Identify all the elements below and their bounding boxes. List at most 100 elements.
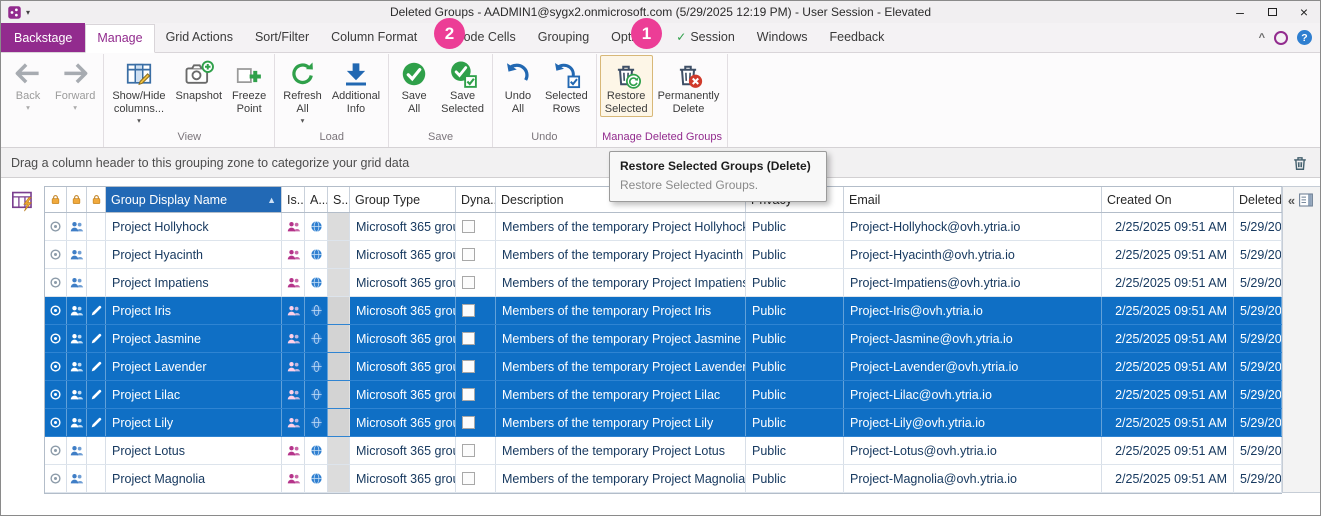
cell-privacy[interactable]: Public <box>746 381 844 408</box>
cell-s[interactable] <box>328 325 350 352</box>
cell-description[interactable]: Members of the temporary Project Lavende… <box>496 353 746 380</box>
cell-edit-indicator[interactable] <box>87 353 106 380</box>
cell-deleted-on[interactable]: 5/29/2025 <box>1234 409 1282 436</box>
cell-privacy[interactable]: Public <box>746 465 844 492</box>
cell-group-kind-icon[interactable] <box>282 437 305 464</box>
cell-edit-indicator[interactable] <box>87 297 106 324</box>
cell-created-on[interactable]: 2/25/2025 09:51 AM <box>1102 297 1234 324</box>
column-header-email[interactable]: Email <box>844 187 1102 212</box>
cell-group-display-name[interactable]: Project Iris <box>106 297 282 324</box>
cell-group-display-name[interactable]: Project Hyacinth <box>106 241 282 268</box>
forward-button[interactable]: Forward▾ <box>50 55 100 113</box>
backstage-button[interactable]: Backstage <box>1 23 85 52</box>
cell-access-icon[interactable] <box>305 437 328 464</box>
cell-group-type[interactable]: Microsoft 365 group <box>350 297 456 324</box>
table-row[interactable]: Project LavenderMicrosoft 365 groupMembe… <box>45 353 1282 381</box>
cell-email[interactable]: Project-Iris@ovh.ytria.io <box>844 297 1102 324</box>
grid-tools-icon[interactable] <box>10 188 36 214</box>
table-row[interactable]: Project ImpatiensMicrosoft 365 groupMemb… <box>45 269 1282 297</box>
cell-access-icon[interactable] <box>305 269 328 296</box>
cell-privacy[interactable]: Public <box>746 241 844 268</box>
cell-dynamic-membership[interactable] <box>456 409 496 436</box>
cell-s[interactable] <box>328 409 350 436</box>
selected-rows-button[interactable]: SelectedRows <box>540 55 593 117</box>
cell-created-on[interactable]: 2/25/2025 09:51 AM <box>1102 241 1234 268</box>
cell-view-indicator[interactable] <box>45 213 67 240</box>
column-header-type[interactable]: Group Type <box>350 187 456 212</box>
dynamic-membership-checkbox[interactable] <box>462 472 475 485</box>
refresh-all-button[interactable]: RefreshAll▾ <box>278 55 327 126</box>
cell-dynamic-membership[interactable] <box>456 241 496 268</box>
cell-created-on[interactable]: 2/25/2025 09:51 AM <box>1102 269 1234 296</box>
cell-view-indicator[interactable] <box>45 353 67 380</box>
permanently-delete-button[interactable]: PermanentlyDelete <box>653 55 725 117</box>
cell-deleted-on[interactable]: 5/29/2025 <box>1234 297 1282 324</box>
maximize-button[interactable] <box>1256 1 1288 23</box>
cell-group-display-name[interactable]: Project Lotus <box>106 437 282 464</box>
cell-group-display-name[interactable]: Project Hollyhock <box>106 213 282 240</box>
cell-group-display-name[interactable]: Project Lilac <box>106 381 282 408</box>
header-lock-column-1[interactable] <box>45 187 67 212</box>
column-header-created[interactable]: Created On <box>1102 187 1234 212</box>
cell-group-type[interactable]: Microsoft 365 group <box>350 409 456 436</box>
cell-members-icon[interactable] <box>67 381 87 408</box>
cell-members-icon[interactable] <box>67 241 87 268</box>
dynamic-membership-checkbox[interactable] <box>462 416 475 429</box>
cell-group-kind-icon[interactable] <box>282 381 305 408</box>
cell-s[interactable] <box>328 269 350 296</box>
cell-description[interactable]: Members of the temporary Project Jasmine <box>496 325 746 352</box>
cell-created-on[interactable]: 2/25/2025 09:51 AM <box>1102 213 1234 240</box>
cell-dynamic-membership[interactable] <box>456 213 496 240</box>
cell-members-icon[interactable] <box>67 297 87 324</box>
cell-edit-indicator[interactable] <box>87 241 106 268</box>
account-ring-icon[interactable] <box>1274 31 1288 45</box>
collapse-ribbon-icon[interactable]: ^ <box>1259 32 1265 44</box>
tab-session[interactable]: ✓Session <box>665 23 746 52</box>
tab-manage[interactable]: Manage <box>85 24 154 53</box>
column-header-deleted[interactable]: Deleted <box>1234 187 1282 212</box>
dynamic-membership-checkbox[interactable] <box>462 360 475 373</box>
grid-manager-panel-icon[interactable] <box>1297 191 1315 209</box>
tab-windows[interactable]: Windows <box>746 23 819 52</box>
cell-view-indicator[interactable] <box>45 437 67 464</box>
cell-email[interactable]: Project-Lily@ovh.ytria.io <box>844 409 1102 436</box>
save-selected-button[interactable]: SaveSelected <box>436 55 489 117</box>
cell-description[interactable]: Members of the temporary Project Magnoli… <box>496 465 746 492</box>
restore-selected-button[interactable]: RestoreSelected <box>600 55 653 117</box>
cell-group-kind-icon[interactable] <box>282 325 305 352</box>
show-hide-columns-button[interactable]: Show/Hidecolumns...▾ <box>107 55 170 126</box>
cell-email[interactable]: Project-Jasmine@ovh.ytria.io <box>844 325 1102 352</box>
tab-grid-actions[interactable]: Grid Actions <box>155 23 244 52</box>
cell-edit-indicator[interactable] <box>87 213 106 240</box>
cell-deleted-on[interactable]: 5/29/2025 <box>1234 325 1282 352</box>
table-row[interactable]: Project LilacMicrosoft 365 groupMembers … <box>45 381 1282 409</box>
cell-s[interactable] <box>328 437 350 464</box>
cell-s[interactable] <box>328 465 350 492</box>
panel-collapse-icon[interactable]: « <box>1288 193 1295 208</box>
cell-s[interactable] <box>328 353 350 380</box>
column-header-dyna[interactable]: Dyna... <box>456 187 496 212</box>
dynamic-membership-checkbox[interactable] <box>462 444 475 457</box>
cell-members-icon[interactable] <box>67 269 87 296</box>
cell-group-type[interactable]: Microsoft 365 group <box>350 269 456 296</box>
cell-email[interactable]: Project-Lotus@ovh.ytria.io <box>844 437 1102 464</box>
cell-description[interactable]: Members of the temporary Project Lotus <box>496 437 746 464</box>
cell-s[interactable] <box>328 213 350 240</box>
cell-s[interactable] <box>328 241 350 268</box>
cell-members-icon[interactable] <box>67 213 87 240</box>
cell-description[interactable]: Members of the temporary Project Lily <box>496 409 746 436</box>
additional-info-button[interactable]: AdditionalInfo <box>327 55 385 117</box>
cell-group-type[interactable]: Microsoft 365 group <box>350 325 456 352</box>
dynamic-membership-checkbox[interactable] <box>462 248 475 261</box>
cell-view-indicator[interactable] <box>45 409 67 436</box>
cell-dynamic-membership[interactable] <box>456 269 496 296</box>
table-row[interactable]: Project MagnoliaMicrosoft 365 groupMembe… <box>45 465 1282 493</box>
table-row[interactable]: Project IrisMicrosoft 365 groupMembers o… <box>45 297 1282 325</box>
cell-email[interactable]: Project-Hyacinth@ovh.ytria.io <box>844 241 1102 268</box>
freeze-point-button[interactable]: FreezePoint <box>227 55 271 117</box>
cell-deleted-on[interactable]: 5/29/2025 <box>1234 241 1282 268</box>
cell-group-display-name[interactable]: Project Impatiens <box>106 269 282 296</box>
cell-members-icon[interactable] <box>67 465 87 492</box>
app-logo-icon[interactable] <box>7 5 22 20</box>
cell-email[interactable]: Project-Lilac@ovh.ytria.io <box>844 381 1102 408</box>
